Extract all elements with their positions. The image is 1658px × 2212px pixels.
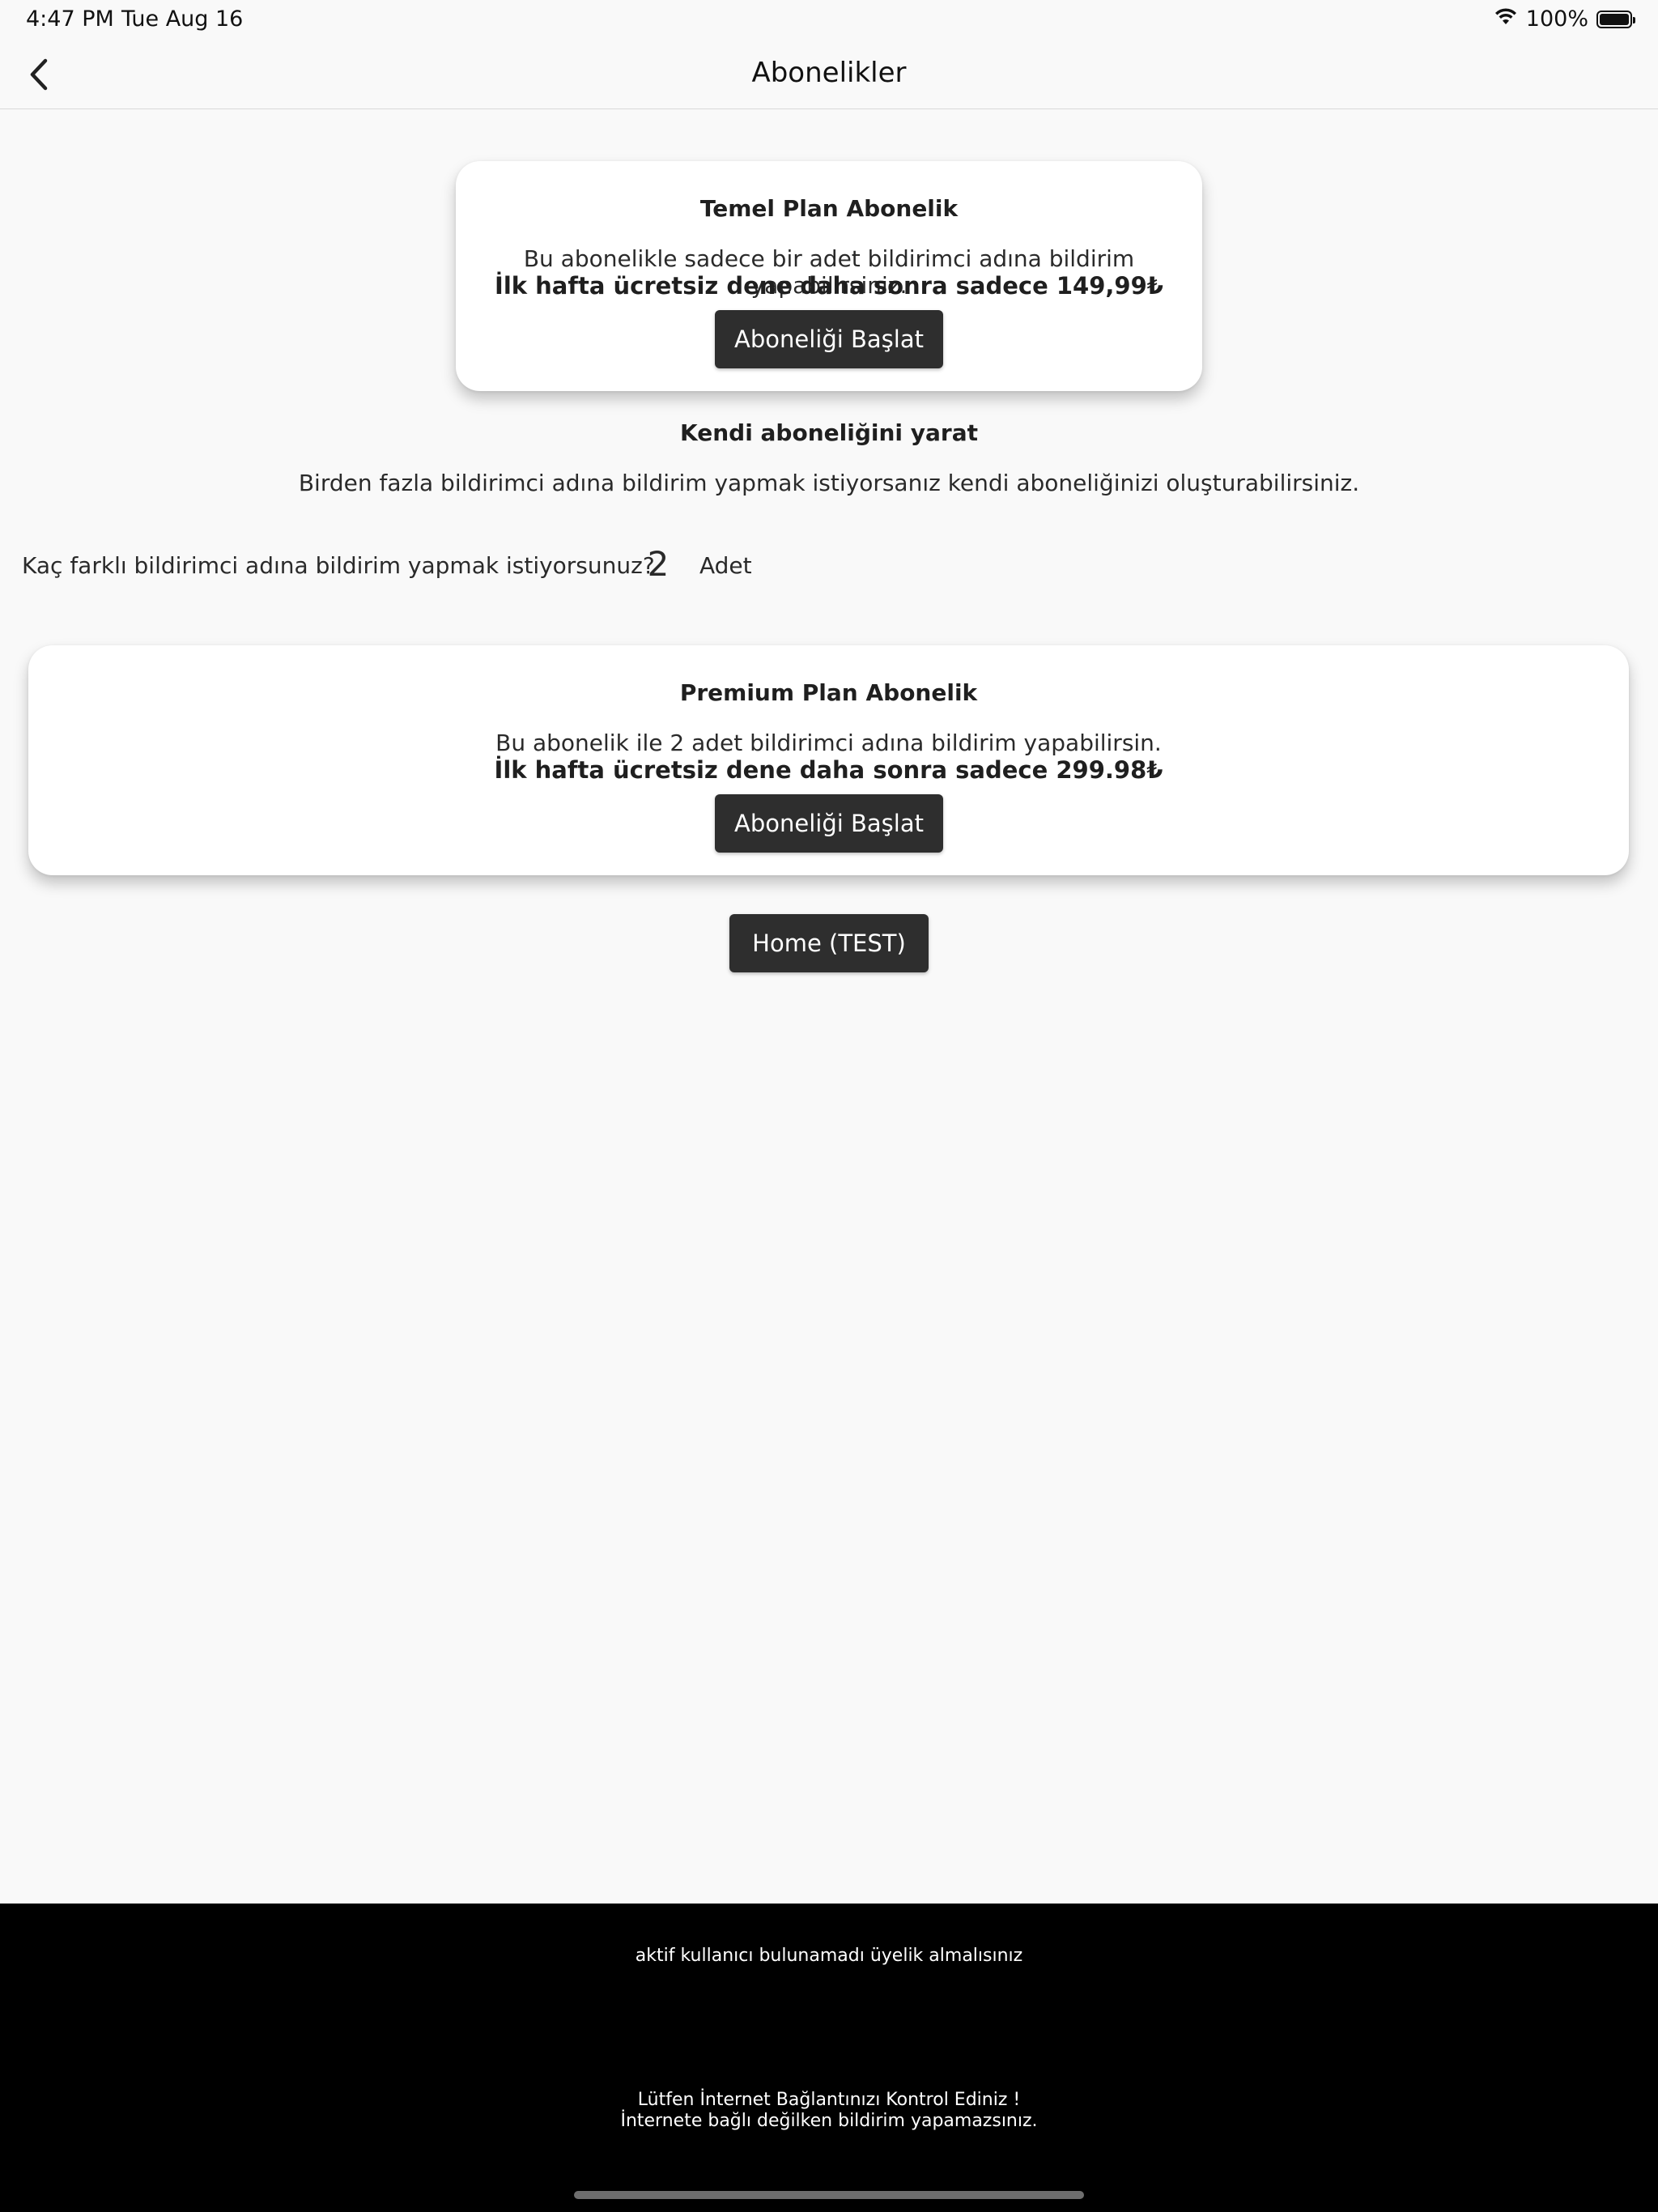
battery-percent: 100% [1525, 6, 1588, 32]
battery-icon [1596, 10, 1635, 28]
basic-plan-title: Temel Plan Abonelik [699, 195, 959, 222]
home-test-button[interactable]: Home (TEST) [729, 914, 929, 972]
custom-section-title: Kendi aboneliğini yarat [680, 419, 978, 446]
premium-plan-title: Premium Plan Abonelik [679, 679, 978, 706]
bottom-message-area: aktif kullanıcı bulunamadı üyelik almalı… [0, 1904, 1658, 2212]
navigation-bar: Abonelikler [0, 40, 1658, 109]
page-title: Abonelikler [751, 57, 907, 89]
status-indicators: 100% [1494, 6, 1635, 32]
home-indicator[interactable] [574, 2191, 1084, 2199]
basic-plan-card: Temel Plan Abonelik Bu abonelikle sadece… [456, 161, 1202, 391]
basic-plan-start-button[interactable]: Aboneliği Başlat [715, 310, 943, 368]
premium-plan-description: Bu abonelik ile 2 adet bildirimci adına … [495, 730, 1162, 756]
notifier-count-unit: Adet [699, 552, 752, 579]
custom-section-description: Birden fazla bildirimci adına bildirim y… [298, 470, 1360, 496]
notifier-count-input[interactable]: 2 [634, 544, 682, 584]
connection-warning-line1: Lütfen İnternet Bağlantınızı Kontrol Edi… [637, 2090, 1021, 2110]
status-time: 4:47 PM [26, 6, 114, 32]
status-date: Tue Aug 16 [121, 6, 244, 32]
connection-warning-line2: İnternete bağlı değilken bildirim yapama… [620, 2111, 1038, 2131]
premium-plan-price: İlk hafta ücretsiz dene daha sonra sadec… [494, 756, 1163, 784]
premium-plan-card: Premium Plan Abonelik Bu abonelik ile 2 … [28, 645, 1629, 875]
no-active-user-message: aktif kullanıcı bulunamadı üyelik almalı… [635, 1946, 1023, 1966]
premium-plan-start-button[interactable]: Aboneliği Başlat [715, 794, 943, 853]
notifier-count-question: Kaç farklı bildirimci adına bildirim yap… [22, 552, 655, 579]
basic-plan-price: İlk hafta ücretsiz dene daha sonra sadec… [495, 272, 1163, 300]
wifi-icon [1494, 6, 1518, 32]
